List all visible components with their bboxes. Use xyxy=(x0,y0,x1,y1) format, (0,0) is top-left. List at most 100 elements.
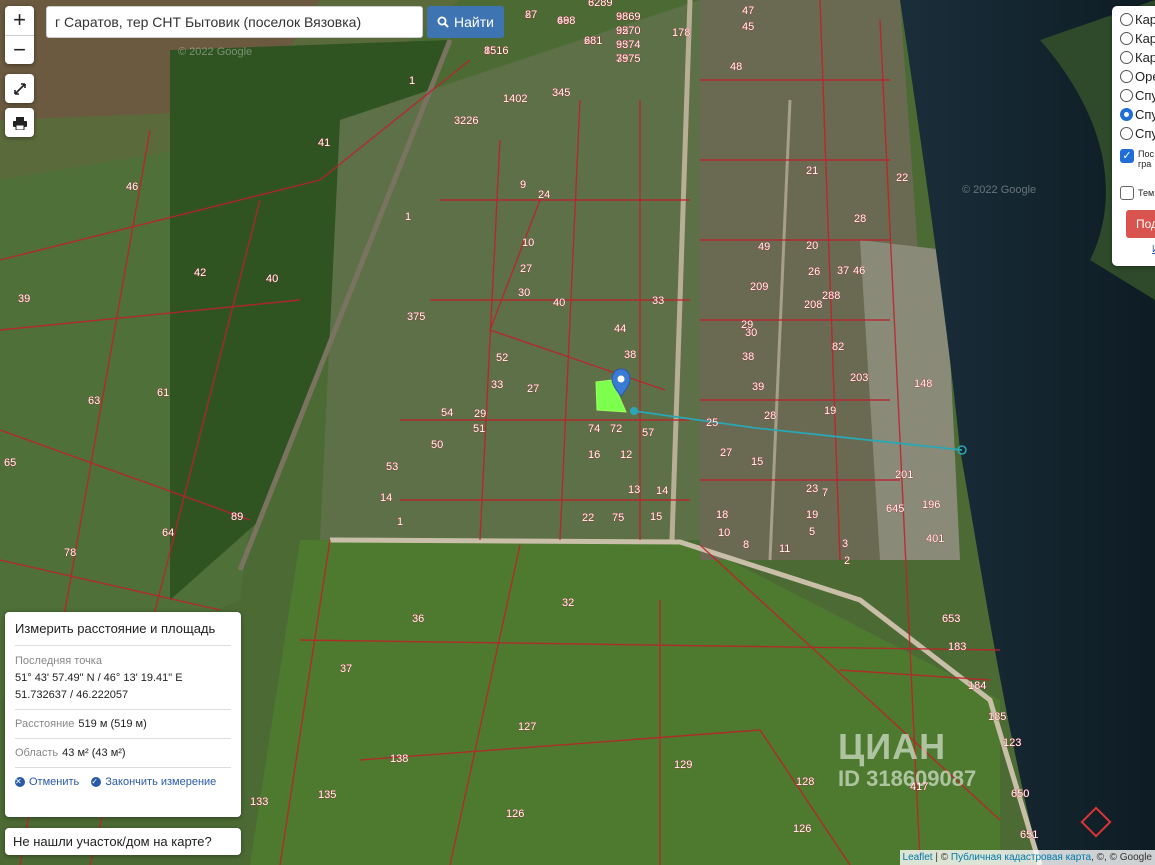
parcel-number-label: 183 xyxy=(948,641,966,653)
search-button[interactable]: Найти xyxy=(427,6,504,38)
parcel-number-label: 1 xyxy=(397,516,403,528)
layer-checkbox-theme[interactable]: Тем xyxy=(1112,183,1155,202)
search-icon xyxy=(437,16,449,28)
cancel-measure-button[interactable]: ✕ Отменить xyxy=(15,776,79,788)
check-icon: ✓ xyxy=(91,777,102,787)
parcel-number-label: 14 xyxy=(656,485,668,497)
checkbox-checked-icon: ✓ xyxy=(1120,149,1134,163)
checkbox-label: Тем xyxy=(1138,187,1155,198)
search-input[interactable]: г Саратов, тер СНТ Бытовик (поселок Вязо… xyxy=(46,6,423,38)
print-button[interactable] xyxy=(5,108,34,137)
parcel-number-label: 25 xyxy=(706,417,718,429)
parcel-number-label: 45 xyxy=(742,21,754,33)
zoom-in-button[interactable]: + xyxy=(5,6,34,36)
parcel-number-label: 27 xyxy=(520,263,532,275)
layer-option-3[interactable]: Оре xyxy=(1112,67,1155,86)
parcel-number-label: 1 xyxy=(405,211,411,223)
parcel-number-label: 22 xyxy=(582,512,594,524)
last-point-label: Последняя точка xyxy=(15,655,102,667)
not-found-button[interactable]: Не нашли участок/дом на карте? xyxy=(5,828,241,855)
radio-icon xyxy=(1120,89,1133,102)
parcel-number-label: 29 xyxy=(741,319,753,331)
layer-checkbox-borders[interactable]: ✓ Пос гра xyxy=(1112,149,1154,183)
layer-option-label: Кар xyxy=(1135,31,1155,46)
layer-option-2[interactable]: Кар xyxy=(1112,48,1155,67)
parcel-number-label: 148 xyxy=(914,378,932,390)
measure-panel: Измерить расстояние и площадь Последняя … xyxy=(5,612,241,817)
parcel-number-label: 10 xyxy=(718,527,730,539)
measure-title: Измерить расстояние и площадь xyxy=(15,612,231,646)
cian-watermark: ЦИАН ID 318609087 xyxy=(838,726,976,792)
parcel-number-label: 37 xyxy=(837,265,849,277)
parcel-number-label: 201 xyxy=(895,469,913,481)
leaflet-link[interactable]: Leaflet xyxy=(903,852,933,863)
submit-button[interactable]: Под xyxy=(1126,210,1155,238)
layer-option-4[interactable]: Спу xyxy=(1112,86,1155,105)
zoom-control: + − xyxy=(5,6,34,64)
last-point-decimal: 51.732637 / 46.222057 xyxy=(15,689,129,701)
parcel-number-label: 9 xyxy=(520,179,526,191)
close-icon: ✕ xyxy=(15,777,25,787)
area-label: Область xyxy=(15,747,59,759)
parcel-number-label: 69 xyxy=(557,15,569,27)
radio-icon xyxy=(1120,32,1133,45)
parcel-number-label: 64 xyxy=(162,527,174,539)
parcel-number-label: 178 xyxy=(672,27,690,39)
google-copyright-2: © 2022 Google xyxy=(962,184,1037,196)
parcel-number-label: 63 xyxy=(88,395,100,407)
parcel-number-label: 39 xyxy=(752,381,764,393)
parcel-number-label: 22 xyxy=(896,172,908,184)
parcel-number-label: 82 xyxy=(832,341,844,353)
checkbox-icon xyxy=(1120,185,1134,200)
radio-icon xyxy=(1120,70,1133,83)
parcel-number-label: 345 xyxy=(552,87,570,99)
layer-option-0[interactable]: Кар xyxy=(1112,10,1155,29)
parcel-number-label: 40 xyxy=(553,297,565,309)
parcel-number-label: 209 xyxy=(750,281,768,293)
parcel-number-label: 87 xyxy=(525,9,537,21)
parcel-number-label: 1 xyxy=(409,75,415,87)
layer-option-5[interactable]: Спу xyxy=(1112,105,1155,124)
layer-option-1[interactable]: Кар xyxy=(1112,29,1155,48)
finish-measure-button[interactable]: ✓ Закончить измерение xyxy=(91,776,216,788)
parcel-number-label: 30 xyxy=(518,287,530,299)
parcel-number-label: 7 xyxy=(822,487,828,499)
parcel-number-label: 52 xyxy=(496,352,508,364)
parcel-number-label: 12 xyxy=(620,449,632,461)
parcel-number-label: 13 xyxy=(628,484,640,496)
google-attribution: © Google xyxy=(1109,852,1152,863)
measure-actions: ✕ Отменить ✓ Закончить измерение xyxy=(15,767,231,796)
attribution: Leaflet | © Публичная кадастровая карта,… xyxy=(899,850,1155,865)
watermark-id: ID 318609087 xyxy=(838,766,977,791)
parcel-number-label: 133 xyxy=(250,796,268,808)
layer-option-label: Оре xyxy=(1135,69,1155,84)
parcel-number-label: 8 xyxy=(743,539,749,551)
parcel-number-label: 128 xyxy=(796,776,814,788)
fullscreen-button[interactable] xyxy=(5,74,34,103)
parcel-number-label: 48 xyxy=(730,61,742,73)
parcel-number-label: 61 xyxy=(157,387,169,399)
area-value: 43 м² (43 м²) xyxy=(62,747,126,759)
parcel-number-label: 39 xyxy=(18,293,30,305)
rosreestr-link[interactable]: Публичная кадастровая карта xyxy=(951,852,1091,863)
parcel-number-label: 74 xyxy=(588,423,600,435)
parcel-number-label: 20 xyxy=(806,240,818,252)
parcel-number-label: 44 xyxy=(614,323,626,335)
parcel-number-label: 49 xyxy=(758,241,770,253)
zoom-out-button[interactable]: − xyxy=(5,36,34,65)
parcel-number-label: 37 xyxy=(340,663,352,675)
parcel-number-label: 375 xyxy=(407,311,425,323)
parcel-number-label: 68 xyxy=(584,35,596,47)
layer-option-6[interactable]: Спу xyxy=(1112,124,1155,143)
parcel-number-label: 650 xyxy=(1011,788,1029,800)
parcel-number-label: 1402 xyxy=(503,93,527,105)
radio-icon xyxy=(1120,51,1133,64)
distance-label: Расстояние xyxy=(15,718,75,730)
parcel-number-label: 123 xyxy=(1003,737,1021,749)
parcel-number-label: 15 xyxy=(650,511,662,523)
layer-option-label: Спу xyxy=(1135,126,1155,141)
parcel-number-label: 33 xyxy=(652,295,664,307)
parcel-number-label: 653 xyxy=(942,613,960,625)
parcel-number-label: 2 xyxy=(844,555,850,567)
parcel-number-label: 138 xyxy=(390,753,408,765)
